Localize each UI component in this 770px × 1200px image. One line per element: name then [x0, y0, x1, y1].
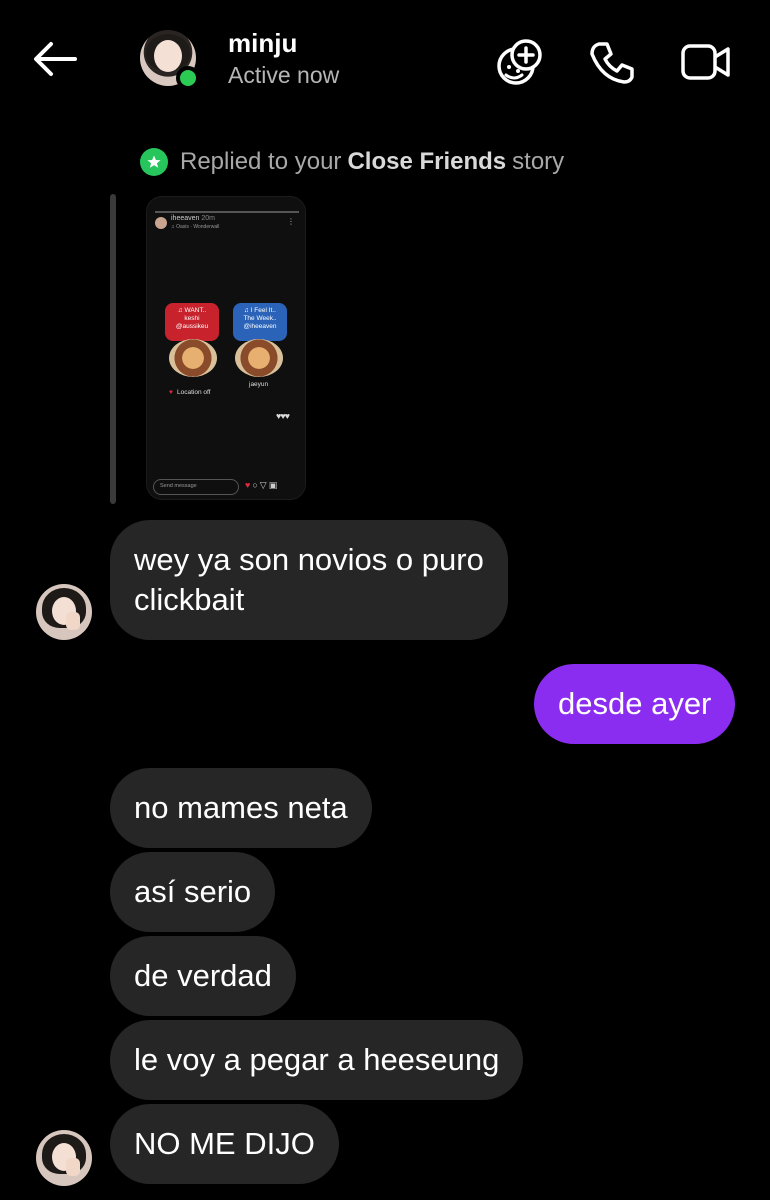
- voice-call-button[interactable]: [584, 34, 640, 90]
- story-song: ♫ Oasis · Wonderwall: [171, 224, 220, 230]
- sticker-photo-right: [235, 339, 283, 377]
- story-preview[interactable]: iheeaven 20m ♫ Oasis · Wonderwall ⋮ ♫ WA…: [146, 196, 306, 500]
- story-caption: jaeyun: [249, 381, 269, 388]
- close-friends-star-icon: [140, 148, 168, 176]
- message-bubble-incoming[interactable]: no mames neta: [110, 768, 372, 848]
- close-friends-label: Close Friends: [347, 148, 507, 175]
- online-status-dot: [176, 66, 200, 90]
- back-arrow-icon: [34, 42, 77, 76]
- story-username: iheeaven 20m: [171, 215, 215, 222]
- contact-name[interactable]: minju: [228, 28, 297, 59]
- video-camera-icon: [681, 44, 730, 80]
- story-action-icons: ♥○▽▣: [245, 480, 280, 490]
- music-sticker-left: ♫ WANT.. keshi @aussikeu: [165, 303, 219, 341]
- story-hearts: ♥♥♥: [275, 411, 290, 421]
- message-bubble-outgoing[interactable]: desde ayer: [534, 664, 736, 744]
- music-sticker-right: ♫ I Feel It.. The Week.. @iheeaven: [233, 303, 287, 341]
- story-more-icon: ⋮: [287, 217, 295, 226]
- message-bubble-incoming[interactable]: le voy a pegar a heeseung: [110, 1020, 524, 1100]
- sticker-photo-left: [169, 339, 217, 377]
- add-friend-effects-icon: [497, 39, 542, 85]
- location-label: Location off: [177, 389, 211, 396]
- sender-avatar[interactable]: [36, 584, 92, 640]
- location-pin-icon: ♥: [169, 389, 173, 396]
- message-bubble-incoming[interactable]: de verdad: [110, 936, 296, 1016]
- reply-quote-bar: [110, 194, 116, 504]
- phone-icon: [590, 42, 634, 84]
- contact-active-status: Active now: [228, 62, 340, 88]
- story-send-field: Send message: [153, 479, 239, 495]
- reply-suffix: story: [512, 148, 565, 175]
- story-reply-label: Replied to your Close Friends story: [140, 144, 564, 180]
- message-bubble-incoming[interactable]: wey ya son novios o puro clickbait: [110, 520, 508, 640]
- reply-prefix: Replied to your: [180, 148, 342, 175]
- message-bubble-incoming[interactable]: así serio: [110, 852, 276, 932]
- chat-header: minju Active now: [0, 0, 770, 120]
- story-user-avatar: [155, 217, 167, 229]
- message-bubble-incoming[interactable]: NO ME DIJO: [110, 1104, 339, 1184]
- effects-button[interactable]: [492, 34, 548, 90]
- story-progress-bar: [155, 211, 299, 213]
- back-button[interactable]: [28, 34, 82, 84]
- video-call-button[interactable]: [678, 34, 734, 90]
- sender-avatar[interactable]: [36, 1130, 92, 1186]
